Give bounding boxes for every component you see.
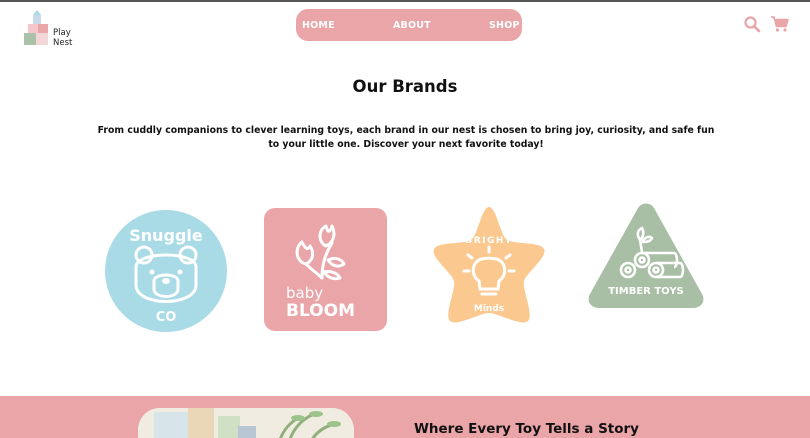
nav-home-link[interactable]: HOME [302, 20, 335, 31]
timber-name-text: TIMBER TOYS [608, 286, 684, 297]
search-icon[interactable] [743, 15, 761, 33]
bright-name-text: Minds [474, 304, 504, 314]
intro-text: From cuddly companions to clever learnin… [97, 125, 715, 150]
top-border [0, 0, 810, 2]
bloom-name-text: BLOOM [286, 301, 355, 321]
main-nav: HOME ABOUT SHOP [296, 9, 522, 41]
page-title: Our Brands [352, 77, 458, 96]
nav-shop-link[interactable]: SHOP [489, 20, 520, 31]
site-logo[interactable]: Play Nest [22, 9, 82, 49]
logo-text-nest: Nest [53, 37, 73, 48]
cart-icon[interactable] [770, 15, 790, 33]
brand-timber-toys-logo[interactable]: TIMBER TOYS [586, 202, 706, 310]
story-title: Where Every Toy Tells a Story [414, 421, 639, 437]
brand-bright-minds-logo[interactable]: BRIGHT Minds [424, 203, 554, 329]
bloom-baby-text: baby [286, 284, 323, 302]
snuggle-co-text: CO [156, 310, 177, 325]
logo-text: Play Nest [53, 28, 73, 48]
nav-about-link[interactable]: ABOUT [393, 20, 431, 31]
brand-baby-bloom-logo[interactable]: baby BLOOM [264, 208, 387, 331]
story-section [0, 396, 810, 438]
bright-sub-text: BRIGHT [465, 236, 512, 246]
snuggle-name-text: Snuggle [129, 226, 203, 245]
story-image [138, 408, 354, 438]
brand-snuggle-co-logo[interactable]: Snuggle CO [104, 209, 228, 333]
logo-blocks-icon [24, 10, 48, 45]
